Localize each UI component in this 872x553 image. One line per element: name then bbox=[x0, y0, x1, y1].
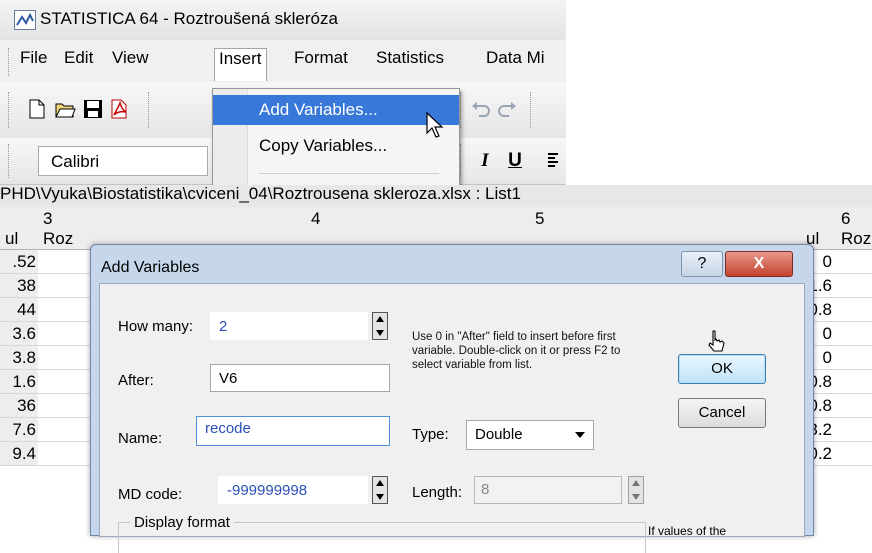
menu-data-mining[interactable]: Data Mi bbox=[482, 48, 549, 68]
md-code-label: MD code: bbox=[118, 486, 183, 503]
close-button[interactable]: X bbox=[725, 251, 793, 277]
redo-icon[interactable] bbox=[496, 98, 518, 120]
name-label: Name: bbox=[118, 430, 163, 447]
file-path-bar: PHD\Vyuka\Biostatistika\cviceni_04\Roztr… bbox=[0, 185, 872, 207]
menu-statistics[interactable]: Statistics bbox=[372, 48, 448, 68]
format-toolbar-grip[interactable] bbox=[8, 144, 12, 178]
menu-bar: File Edit View Insert Format Statistics … bbox=[0, 40, 566, 83]
toolbar-grip-2[interactable] bbox=[460, 92, 464, 128]
column-name: Roz bbox=[43, 229, 74, 248]
cell-value: 38 bbox=[0, 274, 38, 297]
name-input[interactable]: recode bbox=[196, 416, 390, 446]
toolbar-separator-2 bbox=[530, 92, 534, 128]
display-format-label: Display format bbox=[130, 514, 234, 531]
insert-position-hint: Use 0 in "After" field to insert before … bbox=[412, 331, 621, 371]
cell-value: .52 bbox=[0, 250, 38, 273]
how-many-input[interactable]: 2 bbox=[210, 312, 368, 340]
save-icon[interactable] bbox=[82, 98, 104, 120]
insert-dropdown-menu: Add Variables... Copy Variables... bbox=[212, 88, 460, 190]
md-code-input[interactable]: -999999998 bbox=[218, 476, 368, 504]
statistica-app-icon bbox=[14, 10, 36, 30]
underline-button[interactable]: U bbox=[504, 150, 526, 172]
menu-insert[interactable]: Insert bbox=[214, 48, 267, 81]
menu-item-add-variables[interactable]: Add Variables... bbox=[213, 95, 459, 125]
type-select-value: Double bbox=[475, 426, 523, 443]
align-left-icon[interactable] bbox=[548, 152, 558, 170]
new-file-icon[interactable] bbox=[26, 98, 48, 120]
length-label: Length: bbox=[412, 484, 463, 501]
mouse-pointer-icon bbox=[708, 330, 728, 359]
menu-file[interactable]: File bbox=[16, 48, 51, 68]
cell-value: 3.8 bbox=[0, 346, 38, 369]
format-toolbar-grip-2[interactable] bbox=[460, 144, 464, 178]
column-header-6[interactable]: 6 Roz bbox=[836, 207, 872, 250]
menu-item-label: Copy Variables... bbox=[259, 136, 388, 155]
after-label: After: bbox=[118, 372, 154, 389]
menu-item-copy-variables[interactable]: Copy Variables... bbox=[213, 131, 459, 161]
cell-value: 7.6 bbox=[0, 418, 38, 441]
cell-value: 36 bbox=[0, 394, 38, 417]
type-label: Type: bbox=[412, 426, 449, 443]
undo-icon[interactable] bbox=[470, 98, 492, 120]
cell-value: 3.6 bbox=[0, 322, 38, 345]
column-number: 4 bbox=[311, 209, 321, 228]
length-spinner[interactable] bbox=[628, 476, 644, 504]
mouse-pointer-icon bbox=[426, 111, 446, 141]
cell-value: 9.4 bbox=[0, 442, 38, 465]
how-many-label: How many: bbox=[118, 318, 194, 335]
cancel-button[interactable]: Cancel bbox=[678, 398, 766, 428]
how-many-spinner[interactable] bbox=[372, 312, 388, 340]
menu-separator bbox=[259, 173, 439, 174]
title-bar: STATISTICA 64 - Roztroušená skleróza bbox=[0, 0, 566, 40]
chevron-down-icon bbox=[575, 432, 585, 438]
export-pdf-icon[interactable] bbox=[108, 98, 130, 120]
column-header-label: ul bbox=[5, 229, 19, 248]
menu-item-label: Add Variables... bbox=[259, 100, 378, 119]
open-folder-icon[interactable] bbox=[54, 98, 76, 120]
dialog-title: Add Variables bbox=[101, 259, 200, 276]
md-code-spinner[interactable] bbox=[372, 476, 388, 504]
menu-edit[interactable]: Edit bbox=[60, 48, 97, 68]
menu-view[interactable]: View bbox=[108, 48, 153, 68]
column-number: 6 bbox=[841, 209, 851, 228]
column-header-left[interactable]: ul bbox=[0, 207, 39, 250]
menubar-grip[interactable] bbox=[8, 48, 12, 76]
cell-value: 1.6 bbox=[0, 370, 38, 393]
cell-value: 44 bbox=[0, 298, 38, 321]
length-input[interactable]: 8 bbox=[474, 476, 622, 504]
help-button[interactable]: ? bbox=[681, 251, 723, 277]
after-input[interactable]: V6 bbox=[210, 364, 390, 392]
menu-format[interactable]: Format bbox=[290, 48, 352, 68]
window-title: STATISTICA 64 - Roztroušená skleróza bbox=[40, 9, 338, 28]
add-variables-dialog: Add Variables ? X How many: 2 After: V6 … bbox=[90, 244, 814, 553]
toolbar-grip[interactable] bbox=[8, 92, 12, 128]
column-name: Roz bbox=[841, 229, 872, 248]
font-name-combobox[interactable]: Calibri bbox=[38, 146, 208, 176]
type-select[interactable]: Double bbox=[466, 420, 594, 450]
column-number: 5 bbox=[535, 209, 545, 228]
dialog-body: How many: 2 After: V6 Name: recode MD co… bbox=[99, 283, 805, 553]
side-note: If values of the bbox=[648, 524, 727, 538]
toolbar-separator bbox=[148, 92, 152, 128]
column-number: 3 bbox=[43, 209, 53, 228]
italic-button[interactable]: I bbox=[474, 150, 496, 172]
